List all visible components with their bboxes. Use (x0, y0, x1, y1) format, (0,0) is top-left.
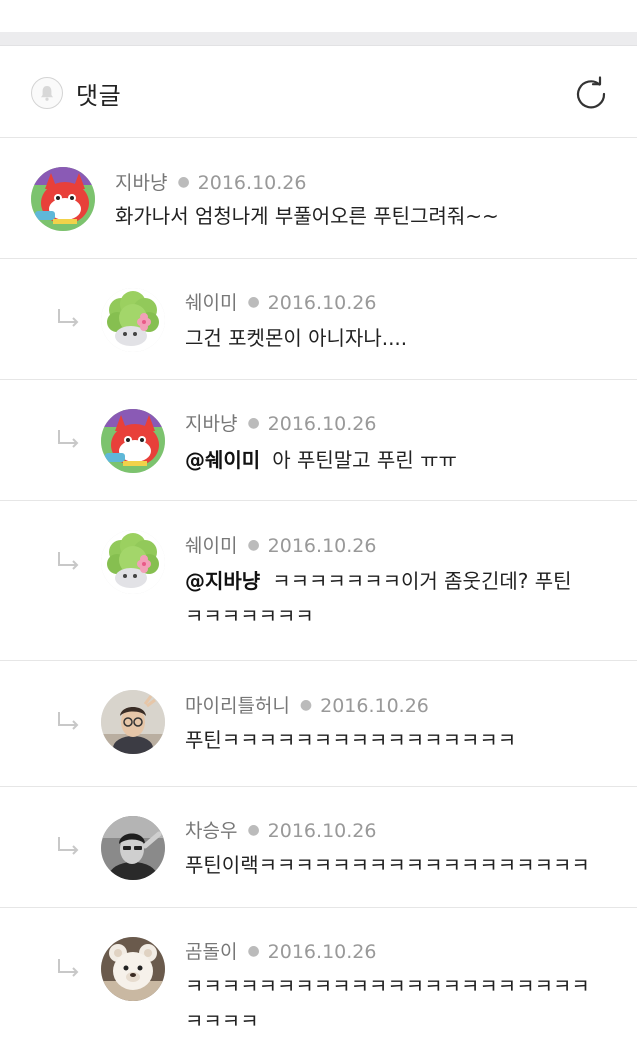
comment-date: 2016.10.26 (197, 172, 307, 194)
comment-line: @지바냥 ㅋㅋㅋㅋㅋㅋㅋ이거 좀웃긴데? 푸틴 (185, 564, 572, 599)
reply-item: 쉐이미 ● 2016.10.26 그건 포켓몬이 아니자나.... (0, 259, 637, 380)
comment-line: ㅋㅋㅋㅋㅋㅋㅋ (185, 604, 314, 628)
separator-dot: ● (299, 697, 313, 713)
comment-author[interactable]: 지바냥 (115, 172, 167, 194)
comment-line: ㅋㅋㅋㅋ (185, 1009, 259, 1033)
reply-item: 차승우 ● 2016.10.26 푸틴이랙ㅋㅋㅋㅋㅋㅋㅋㅋㅋㅋㅋㅋㅋㅋㅋㅋㅋㅋ (0, 787, 637, 908)
comment-author[interactable]: 쉐이미 (185, 535, 237, 557)
separator-dot: ● (177, 174, 190, 190)
shaymin-avatar[interactable] (101, 530, 165, 594)
comment-author[interactable]: 곰돌이 (185, 941, 237, 963)
comment-date: 2016.10.26 (320, 695, 429, 717)
comment-text: 그건 포켓몬이 아니자나.... (185, 321, 407, 356)
separator-dot: ● (247, 294, 260, 310)
reply-item: 쉐이미 ● 2016.10.26 @지바냥 ㅋㅋㅋㅋㅋㅋㅋ이거 좀웃긴데? 푸틴 ㅋㅋ… (0, 501, 637, 661)
comment-meta: 쉐이미 ● 2016.10.26 (185, 288, 376, 315)
comment-line: @쉐이미 아 푸틴말고 푸린 ㅠㅠ (185, 443, 457, 478)
mention-link[interactable]: @지바냥 (185, 569, 260, 593)
comments-header: 댓글 (0, 46, 637, 138)
comment-line-text: ㅋㅋㅋㅋㅋㅋㅋ이거 좀웃긴데? 푸틴 (272, 569, 572, 593)
reply-arrow-icon (56, 710, 82, 732)
separator-dot: ● (247, 943, 260, 959)
comment-meta: 차승우 ● 2016.10.26 (185, 816, 376, 843)
comment-line: 푸틴이랙ㅋㅋㅋㅋㅋㅋㅋㅋㅋㅋㅋㅋㅋㅋㅋㅋㅋㅋ (185, 853, 590, 877)
shaymin-avatar[interactable] (101, 288, 165, 352)
person-bw-avatar[interactable] (101, 816, 165, 880)
comment-meta: 지바냥 ● 2016.10.26 (115, 168, 306, 195)
reply-arrow-icon (56, 957, 82, 979)
comment-meta: 쉐이미 ● 2016.10.26 (185, 531, 376, 558)
comment-meta: 지바냥 ● 2016.10.26 (185, 409, 376, 436)
bell-icon[interactable] (31, 77, 63, 109)
comment-text: @지바냥 ㅋㅋㅋㅋㅋㅋㅋ이거 좀웃긴데? 푸틴 ㅋㅋㅋㅋㅋㅋㅋ (185, 564, 572, 634)
refresh-icon[interactable] (572, 75, 610, 113)
reply-item: 지바냥 ● 2016.10.26 @쉐이미 아 푸틴말고 푸린 ㅠㅠ (0, 380, 637, 501)
comment-date: 2016.10.26 (267, 413, 377, 435)
comment-date: 2016.10.26 (267, 535, 377, 557)
jibanyan-avatar[interactable] (101, 409, 165, 473)
reply-item: 곰돌이 ● 2016.10.26 ㅋㅋㅋㅋㅋㅋㅋㅋㅋㅋㅋㅋㅋㅋㅋㅋㅋㅋㅋㅋㅋㅋ ㅋㅋ… (0, 908, 637, 1062)
comment-line: 푸틴ㅋㅋㅋㅋㅋㅋㅋㅋㅋㅋㅋㅋㅋㅋㅋㅋ (185, 728, 517, 752)
comment-line-text: 아 푸틴말고 푸린 ㅠㅠ (272, 448, 457, 472)
comment-line: ㅋㅋㅋㅋㅋㅋㅋㅋㅋㅋㅋㅋㅋㅋㅋㅋㅋㅋㅋㅋㅋㅋ (185, 974, 590, 998)
teddy-bear-avatar[interactable] (101, 937, 165, 1001)
comment-text: ㅋㅋㅋㅋㅋㅋㅋㅋㅋㅋㅋㅋㅋㅋㅋㅋㅋㅋㅋㅋㅋㅋ ㅋㅋㅋㅋ (185, 969, 590, 1039)
comments-title: 댓글 (76, 82, 122, 110)
comment-meta: 곰돌이 ● 2016.10.26 (185, 937, 376, 964)
comment-date: 2016.10.26 (267, 820, 377, 842)
mention-link[interactable]: @쉐이미 (185, 448, 260, 472)
reply-arrow-icon (56, 835, 82, 857)
jibanyan-avatar[interactable] (31, 167, 95, 231)
comment-item: 지바냥 ● 2016.10.26 화가나서 엄청나게 부풀어오른 푸틴그려줘~~ (0, 138, 637, 259)
person-photo-avatar[interactable] (101, 690, 165, 754)
reply-arrow-icon (56, 307, 82, 329)
comment-line: 그건 포켓몬이 아니자나.... (185, 326, 408, 350)
comment-text: 푸틴이랙ㅋㅋㅋㅋㅋㅋㅋㅋㅋㅋㅋㅋㅋㅋㅋㅋㅋㅋ (185, 848, 590, 883)
comment-meta: 마이리틀허니 ● 2016.10.26 (185, 691, 429, 718)
reply-arrow-icon (56, 428, 82, 450)
top-divider-band (0, 32, 637, 46)
comment-date: 2016.10.26 (267, 941, 377, 963)
comment-text: 화가나서 엄청나게 부풀어오른 푸틴그려줘~~ (115, 199, 499, 234)
separator-dot: ● (247, 415, 260, 431)
comment-author[interactable]: 마이리틀허니 (185, 695, 290, 717)
comment-text: 푸틴ㅋㅋㅋㅋㅋㅋㅋㅋㅋㅋㅋㅋㅋㅋㅋㅋ (185, 723, 516, 758)
comment-date: 2016.10.26 (267, 292, 377, 314)
separator-dot: ● (247, 822, 260, 838)
comment-author[interactable]: 차승우 (185, 820, 237, 842)
separator-dot: ● (247, 537, 260, 553)
comment-text: @쉐이미 아 푸틴말고 푸린 ㅠㅠ (185, 443, 457, 478)
comment-line: 화가나서 엄청나게 부풀어오른 푸틴그려줘~~ (115, 204, 499, 228)
reply-item: 마이리틀허니 ● 2016.10.26 푸틴ㅋㅋㅋㅋㅋㅋㅋㅋㅋㅋㅋㅋㅋㅋㅋㅋ (0, 661, 637, 787)
comment-author[interactable]: 쉐이미 (185, 292, 237, 314)
comment-author[interactable]: 지바냥 (185, 413, 237, 435)
reply-arrow-icon (56, 550, 82, 572)
